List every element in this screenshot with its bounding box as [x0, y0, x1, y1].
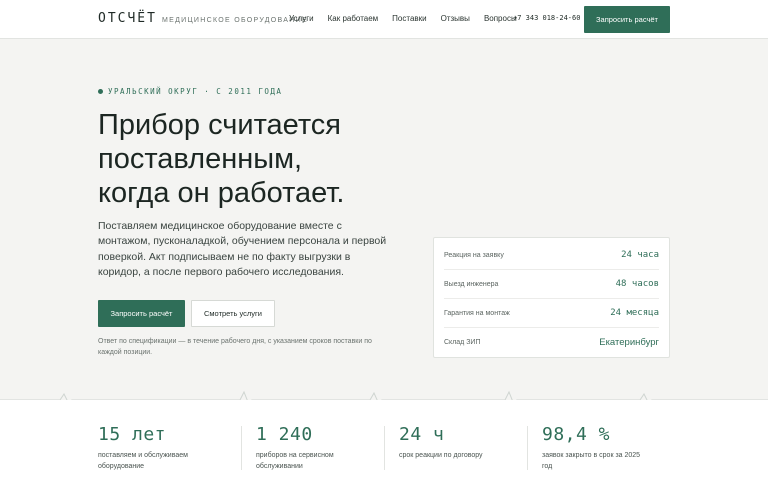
stat-label: срок реакции по договору	[399, 452, 483, 459]
site-header: ОТСЧЁТ МЕДИЦИНСКОЕ ОБОРУДОВАНИЕ Услуги К…	[0, 0, 768, 39]
stat-response-time: 24 ч срок реакции по договору	[399, 424, 529, 462]
stat-value: 98,4 %	[542, 424, 611, 445]
card-row-label: Реакция на заявку	[444, 251, 504, 259]
headline-line-1: Прибор считается	[98, 109, 341, 141]
stat-devices: 1 240 приборов на сервисном обслуживании	[256, 424, 386, 472]
bullet-dot-icon	[98, 89, 103, 94]
hero-headline: Прибор считается поставленным, когда он …	[98, 108, 438, 210]
card-row-value: Екатеринбург	[599, 337, 659, 348]
view-services-button[interactable]: Смотреть услуги	[191, 300, 275, 327]
stat-on-time-rate: 98,4 % заявок закрыто в срок за 2025 год	[542, 424, 672, 472]
card-row-spares-warehouse: Склад ЗИП Екатеринбург	[444, 328, 659, 357]
phone-link[interactable]: +7 343 018-24-60	[513, 14, 580, 22]
stat-label: заявок закрыто в срок за 2025 год	[542, 452, 641, 470]
nav-link-supplies[interactable]: Поставки	[392, 14, 426, 23]
logo-wordmark: ОТСЧЁТ	[98, 11, 157, 26]
card-row-warranty: Гарантия на монтаж 24 месяца	[444, 299, 659, 328]
nav-link-how-we-work[interactable]: Как работаем	[328, 14, 379, 23]
stat-value: 1 240	[256, 424, 313, 445]
stat-divider	[241, 426, 242, 470]
stat-label: поставляем и обслуживаем оборудование	[98, 452, 188, 470]
request-quote-button[interactable]: Запросить расчёт	[98, 300, 185, 327]
hero-eyebrow: УРАЛЬСКИЙ ОКРУГ · С 2011 ГОДА	[98, 87, 282, 96]
stat-divider	[527, 426, 528, 470]
stat-label: приборов на сервисном обслуживании	[256, 452, 334, 470]
card-row-value: 48 часов	[615, 279, 659, 289]
hero-lead: Поставляем медицинское оборудование вмес…	[98, 220, 387, 279]
card-row-label: Выезд инженера	[444, 280, 499, 288]
stats-section: 15 лет поставляем и обслуживаем оборудов…	[0, 400, 768, 480]
card-row-engineer-visit: Выезд инженера 48 часов	[444, 270, 659, 299]
eyebrow-text: УРАЛЬСКИЙ ОКРУГ · С 2011 ГОДА	[108, 87, 283, 96]
header-request-quote-button[interactable]: Запросить расчёт	[584, 6, 670, 33]
card-row-value: 24 месяца	[610, 308, 659, 318]
logo[interactable]: ОТСЧЁТ МЕДИЦИНСКОЕ ОБОРУДОВАНИЕ	[98, 11, 308, 26]
card-row-label: Гарантия на монтаж	[444, 309, 510, 317]
response-note: Ответ по спецификации — в течение рабоче…	[98, 338, 372, 356]
stat-years: 15 лет поставляем и обслуживаем оборудов…	[98, 424, 228, 472]
nav-link-reviews[interactable]: Отзывы	[441, 14, 470, 23]
stat-divider	[384, 426, 385, 470]
card-row-label: Склад ЗИП	[444, 339, 481, 346]
card-row-response: Реакция на заявку 24 часа	[444, 241, 659, 270]
nav-link-services[interactable]: Услуги	[289, 14, 314, 23]
nav-link-faq[interactable]: Вопросы	[484, 14, 517, 23]
service-terms-card: Реакция на заявку 24 часа Выезд инженера…	[433, 237, 670, 358]
logo-tagline: МЕДИЦИНСКОЕ ОБОРУДОВАНИЕ	[161, 17, 308, 24]
card-row-value: 24 часа	[621, 250, 659, 260]
stat-value: 24 ч	[399, 424, 445, 445]
stat-value: 15 лет	[98, 424, 167, 445]
headline-line-3: когда он работает.	[98, 177, 345, 209]
headline-line-2: поставленным,	[98, 143, 303, 175]
main-nav: Услуги Как работаем Поставки Отзывы Вопр…	[289, 14, 531, 23]
